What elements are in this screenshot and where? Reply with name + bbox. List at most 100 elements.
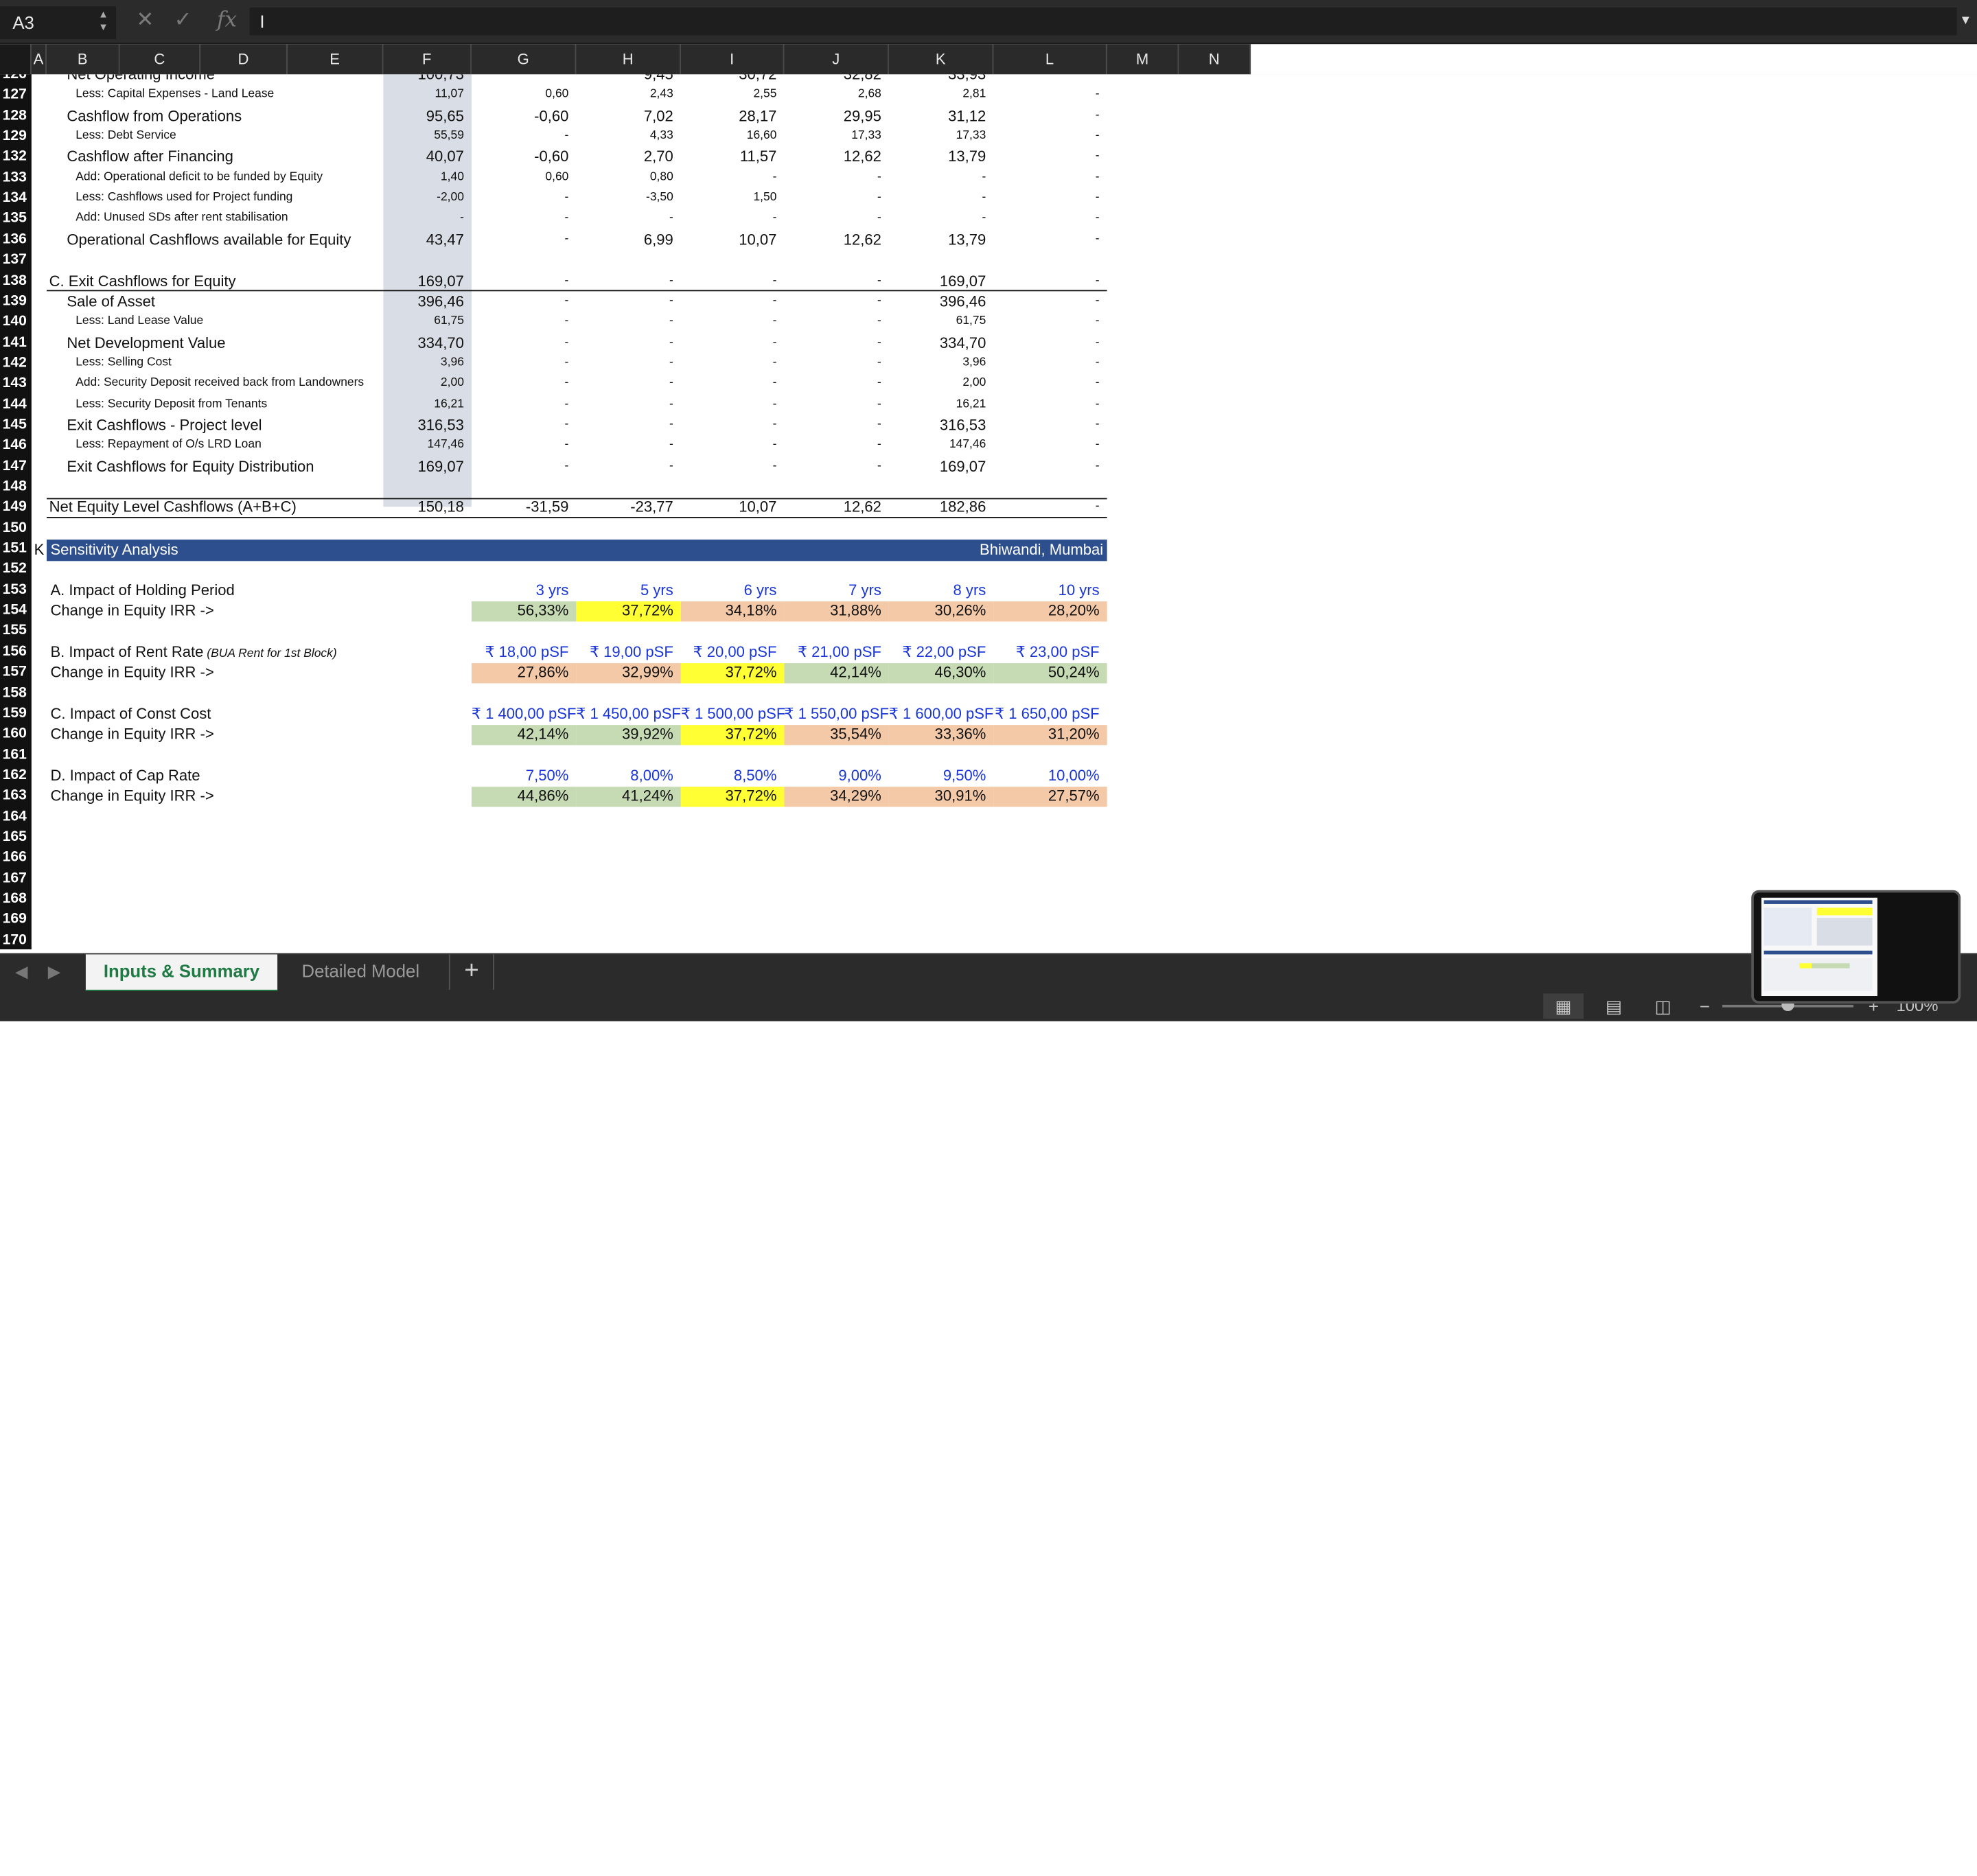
prev-sheet-icon[interactable]: ◀ [15, 962, 27, 982]
page-layout-icon[interactable]: ▤ [1594, 993, 1634, 1019]
row-header[interactable]: 126 [0, 74, 32, 84]
row-header[interactable]: 166 [0, 848, 32, 868]
row-header[interactable]: 136 [0, 229, 32, 249]
row-header[interactable]: 149 [0, 497, 32, 517]
fx-icon[interactable]: fx [217, 8, 237, 33]
row-header[interactable]: 159 [0, 704, 32, 723]
column-header-a[interactable]: A [31, 44, 47, 75]
column-header-d[interactable]: D [200, 44, 288, 75]
column-header-c[interactable]: C [119, 44, 201, 75]
row-header[interactable]: 154 [0, 600, 32, 620]
cell-g: 0,60 [545, 87, 569, 102]
column-header-l[interactable]: L [993, 44, 1107, 75]
cell-h: 7,02 [643, 106, 673, 125]
row-header[interactable]: 143 [0, 373, 32, 393]
column-header-k[interactable]: K [888, 44, 994, 75]
zoom-out-icon[interactable]: − [1685, 993, 1725, 1019]
sheet-thumbnail[interactable] [1751, 890, 1961, 1004]
row-header[interactable]: 134 [0, 188, 32, 208]
row-header[interactable]: 163 [0, 786, 32, 806]
cell-g: - [472, 74, 569, 84]
row-header[interactable]: 162 [0, 765, 32, 785]
select-all-corner[interactable] [0, 44, 32, 75]
sensitivity-block-title: C. Impact of Const Cost [50, 704, 211, 723]
row-header[interactable]: 137 [0, 250, 32, 270]
cell-l: - [1095, 211, 1100, 225]
row-header[interactable]: 161 [0, 745, 32, 765]
cell-i: - [772, 458, 777, 473]
row-label: Less: Repayment of O/s LRD Loan [76, 437, 262, 452]
tab-inputs-summary[interactable]: Inputs & Summary [85, 954, 278, 994]
row-header[interactable]: 150 [0, 518, 32, 537]
row-header[interactable]: 158 [0, 683, 32, 703]
row-header[interactable]: 164 [0, 807, 32, 826]
section-marker: K [34, 541, 45, 559]
column-header-m[interactable]: M [1107, 44, 1179, 75]
normal-view-icon[interactable]: ▦ [1543, 993, 1584, 1019]
row-header[interactable]: 169 [0, 910, 32, 929]
row-header[interactable]: 140 [0, 312, 32, 332]
row-header[interactable]: 133 [0, 167, 32, 187]
cell-g: - [564, 417, 569, 432]
row-header[interactable]: 157 [0, 662, 32, 682]
row-header[interactable]: 165 [0, 827, 32, 847]
row-label: Less: Land Lease Value [76, 314, 204, 328]
row-header[interactable]: 132 [0, 147, 32, 167]
formula-input[interactable]: I [249, 8, 1957, 36]
cell-l: - [993, 74, 1100, 84]
spreadsheet-grid[interactable]: Net Operating Income 100,73 - 9,45 30,72 32,8… [31, 74, 1977, 950]
row-header[interactable]: 147 [0, 456, 32, 476]
row-header[interactable]: 155 [0, 621, 32, 640]
column-header-i[interactable]: I [680, 44, 785, 75]
check-icon[interactable]: ✓ [174, 8, 192, 33]
row-header[interactable]: 127 [0, 85, 32, 105]
name-box-stepper-icon[interactable]: ▲ ▼ [98, 9, 108, 34]
row-header[interactable]: 160 [0, 724, 32, 744]
row-header[interactable]: 128 [0, 106, 32, 126]
column-header-h[interactable]: H [576, 44, 681, 75]
row-header[interactable]: 151 [0, 538, 32, 558]
cell-f: 43,47 [426, 230, 464, 248]
column-header-j[interactable]: J [784, 44, 889, 75]
row-label: Less: Cashflows used for Project funding [76, 190, 293, 205]
row-header[interactable]: 170 [0, 930, 32, 949]
row-header[interactable]: 145 [0, 415, 32, 435]
chevron-down-icon[interactable]: ▼ [1959, 14, 1972, 27]
row-header[interactable]: 146 [0, 435, 32, 455]
row-header[interactable]: 139 [0, 291, 32, 311]
cell-k: - [982, 170, 986, 184]
row-header[interactable]: 142 [0, 353, 32, 373]
row-header[interactable]: 138 [0, 270, 32, 290]
x-icon[interactable]: ✕ [136, 8, 154, 33]
row-header[interactable]: 148 [0, 476, 32, 496]
row-header[interactable]: 156 [0, 642, 32, 662]
row-header[interactable]: 141 [0, 332, 32, 352]
cell-f: 95,65 [426, 106, 464, 125]
column-header-e[interactable]: E [287, 44, 384, 75]
page-break-icon[interactable]: ◫ [1643, 993, 1683, 1019]
row-header[interactable]: 152 [0, 559, 32, 579]
cell-k: 33,93 [948, 74, 986, 84]
row-header[interactable]: 153 [0, 579, 32, 599]
column-header-g[interactable]: G [471, 44, 577, 75]
irr-value-i: 34,18% [725, 601, 777, 620]
cell-f: 55,59 [434, 128, 464, 143]
column-header-n[interactable]: N [1179, 44, 1251, 75]
cell-f: 3,96 [440, 355, 464, 369]
row-header[interactable]: 167 [0, 868, 32, 888]
cell-l: - [1095, 334, 1100, 349]
row-header[interactable]: 129 [0, 126, 32, 146]
irr-value-g: 27,86% [517, 663, 569, 682]
row-header[interactable]: 144 [0, 394, 32, 414]
irr-label: Change in Equity IRR -> [50, 787, 214, 805]
row-header[interactable]: 135 [0, 209, 32, 229]
border-line [46, 290, 1107, 291]
tab-detailed-model[interactable]: Detailed Model [288, 954, 434, 989]
cell-j: - [877, 396, 881, 411]
column-header-b[interactable]: B [46, 44, 120, 75]
add-sheet-button[interactable]: + [448, 954, 494, 990]
cell-i: - [772, 396, 777, 411]
column-header-f[interactable]: F [383, 44, 472, 75]
next-sheet-icon[interactable]: ▶ [48, 962, 60, 982]
row-header[interactable]: 168 [0, 889, 32, 909]
